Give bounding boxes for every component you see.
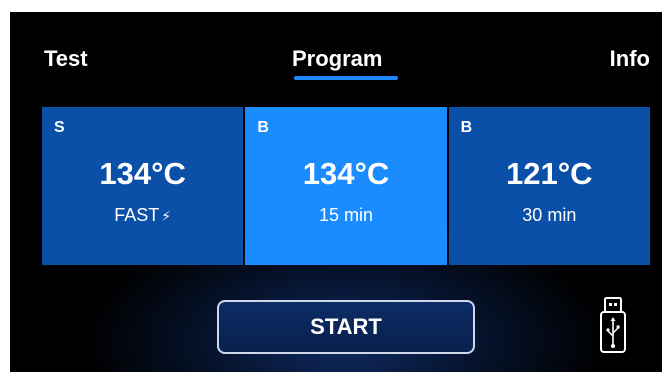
program-card-s-134[interactable]: S 134°C FAST ⚡︎ <box>42 107 244 265</box>
active-tab-indicator <box>294 76 398 80</box>
program-detail: 15 min <box>318 205 373 225</box>
lightning-bolt-icon: ⚡︎ <box>161 208 172 224</box>
program-cards: S 134°C FAST ⚡︎ B 134°C 15 min B 121°C 30… <box>42 107 650 265</box>
program-card-b-134[interactable]: B 134°C 15 min <box>245 107 447 265</box>
program-detail: 30 min <box>522 205 577 225</box>
program-detail: FAST <box>114 205 160 225</box>
usb-drive-icon[interactable] <box>598 296 628 356</box>
tab-bar: Test Program Info <box>10 12 662 92</box>
program-temperature: 134°C <box>302 156 390 191</box>
tab-test[interactable]: Test <box>44 46 88 72</box>
program-temperature: 121°C <box>506 156 593 191</box>
program-detail-row: FAST ⚡︎ <box>42 205 243 226</box>
tab-program[interactable]: Program <box>292 46 382 72</box>
program-type: S <box>54 119 65 136</box>
start-button[interactable]: START <box>217 300 475 354</box>
program-card-b-121[interactable]: B 121°C 30 min <box>448 107 650 265</box>
program-type: B <box>257 119 269 136</box>
program-temperature: 134°C <box>99 156 186 191</box>
display-screen: Test Program Info S 134°C FAST ⚡︎ B 134°C… <box>10 12 662 372</box>
program-type: B <box>460 119 473 136</box>
tab-info[interactable]: Info <box>610 46 650 72</box>
